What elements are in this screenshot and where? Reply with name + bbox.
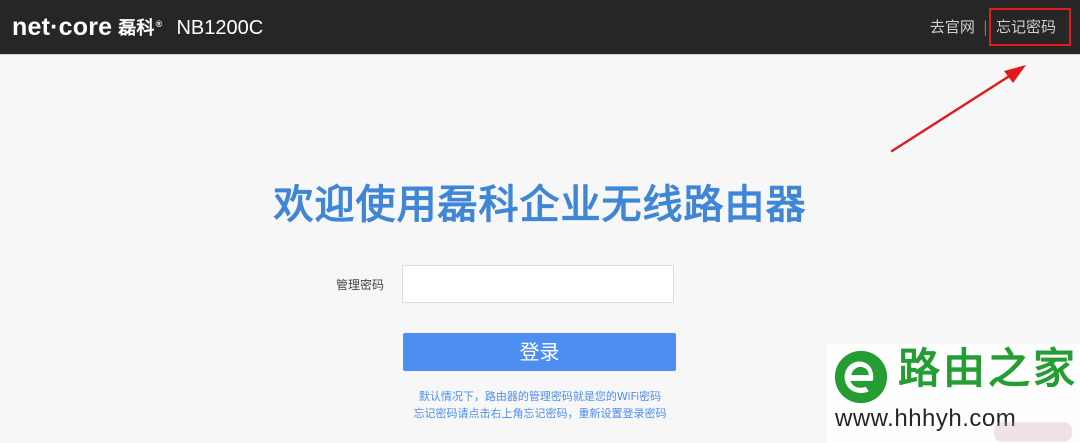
netcore-logo: net·core 磊科 ® xyxy=(12,12,163,41)
brand: net·core 磊科 ® NB1200C xyxy=(12,11,263,43)
header-nav: 去官网 | 忘记密码 xyxy=(930,0,1080,54)
arrow-head xyxy=(1004,65,1026,83)
logo-text: net·core xyxy=(12,12,113,41)
welcome-title: 欢迎使用磊科企业无线路由器 xyxy=(273,181,807,228)
watermark-name: 路由之家 xyxy=(898,344,1079,393)
forgot-password-link[interactable]: 忘记密码 xyxy=(996,19,1056,35)
router-login-page: net·core 磊科 ® NB1200C 去官网 | 忘记密码 欢迎使用磊科企… xyxy=(0,0,1080,443)
faint-watermark-overlay xyxy=(994,422,1072,442)
arrow-shaft xyxy=(890,66,1024,153)
forgot-password-wrapper: 忘记密码 xyxy=(988,0,1071,54)
logo-cn: 磊科 xyxy=(118,17,155,39)
watermark-url: www.hhhyh.com xyxy=(835,405,1017,432)
login-button[interactable]: 登录 xyxy=(403,333,676,371)
password-label: 管理密码 xyxy=(336,277,385,292)
site-watermark: 路由之家 www.hhhyh.com xyxy=(826,344,1080,443)
password-row: 管理密码 xyxy=(336,264,756,304)
top-navigation-bar: net·core 磊科 ® NB1200C 去官网 | 忘记密码 xyxy=(0,0,1080,54)
official-site-link[interactable]: 去官网 xyxy=(930,19,975,35)
password-input[interactable] xyxy=(402,265,674,303)
green-e-logo-icon xyxy=(834,350,888,404)
logo-registered-mark: ® xyxy=(155,18,163,29)
router-model: NB1200C xyxy=(176,17,264,39)
nav-separator: | xyxy=(982,17,988,36)
red-arrow-annotation xyxy=(890,65,1026,153)
